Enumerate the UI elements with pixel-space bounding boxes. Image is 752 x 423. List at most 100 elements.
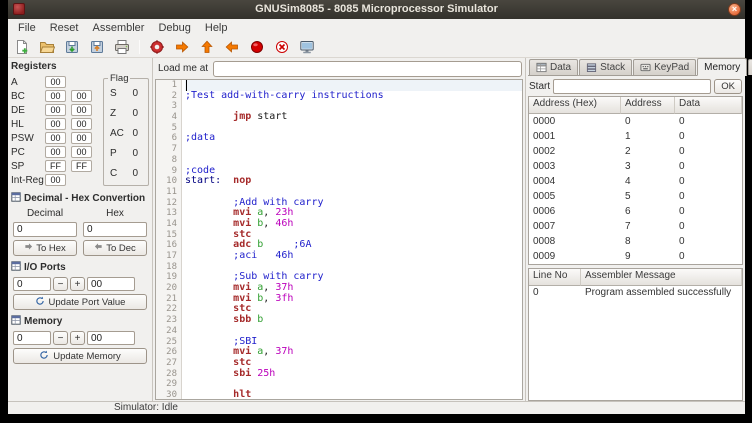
line-number[interactable]: 27 [156,358,177,369]
register-value[interactable]: FF [71,160,92,172]
line-number[interactable]: 12 [156,198,177,209]
editor-line[interactable]: jmp start [185,112,522,123]
memory-decrement-button[interactable]: − [53,331,68,345]
memory-address-input[interactable] [13,331,51,345]
memory-row[interactable]: 000550 [529,189,742,204]
hex-input[interactable] [83,222,147,237]
memory-row[interactable]: 000330 [529,159,742,174]
new-file-icon[interactable] [13,38,31,56]
line-number[interactable]: 25 [156,337,177,348]
line-number[interactable]: 4 [156,112,177,123]
line-number[interactable]: 9 [156,166,177,177]
memory-row[interactable]: 000880 [529,234,742,249]
memory-value-input[interactable] [87,331,135,345]
editor-line[interactable]: ;Test add-with-carry instructions [185,91,522,102]
line-number[interactable]: 17 [156,251,177,262]
register-value[interactable]: 00 [45,118,66,130]
line-number[interactable]: 28 [156,369,177,380]
line-number[interactable]: 7 [156,144,177,155]
line-number[interactable]: 30 [156,390,177,400]
io-port-address-input[interactable] [13,277,51,291]
memory-row[interactable]: 000440 [529,174,742,189]
step-into-icon[interactable] [198,38,216,56]
line-number[interactable]: 3 [156,101,177,112]
menu-help[interactable]: Help [198,19,235,37]
register-value[interactable]: 00 [45,104,66,116]
io-port-increment-button[interactable]: + [70,277,85,291]
remove-breakpoints-icon[interactable] [273,38,291,56]
line-number[interactable]: 29 [156,379,177,390]
step-over-icon[interactable] [173,38,191,56]
update-port-value-button[interactable]: Update Port Value [13,294,147,310]
code-area[interactable]: ;Test add-with-carry instructions jmp st… [182,80,522,399]
line-number[interactable]: 24 [156,326,177,337]
register-value[interactable]: FF [45,160,66,172]
menu-reset[interactable]: Reset [43,19,86,37]
register-value[interactable]: 00 [45,76,66,88]
menu-debug[interactable]: Debug [151,19,197,37]
line-number[interactable]: 22 [156,304,177,315]
line-number[interactable]: 26 [156,347,177,358]
save-as-icon[interactable] [88,38,106,56]
column-header-line-no[interactable]: Line No [529,269,581,286]
line-number[interactable]: 13 [156,208,177,219]
to-hex-button[interactable]: To Hex [13,240,77,256]
save-file-icon[interactable] [63,38,81,56]
io-port-value-input[interactable] [87,277,135,291]
line-number[interactable]: 1 [156,80,177,91]
line-number[interactable]: 19 [156,272,177,283]
line-number[interactable]: 6 [156,133,177,144]
menu-assembler[interactable]: Assembler [85,19,151,37]
to-dec-button[interactable]: To Dec [83,240,147,256]
editor-line[interactable]: start: nop [185,176,522,187]
line-number[interactable]: 11 [156,187,177,198]
start-address-input[interactable] [553,79,711,94]
register-value[interactable]: 00 [71,104,92,116]
editor-line[interactable] [185,144,522,155]
add-breakpoint-icon[interactable] [248,38,266,56]
decimal-input[interactable] [13,222,77,237]
memory-row[interactable]: 000990 [529,249,742,264]
line-number[interactable]: 14 [156,219,177,230]
tab-data[interactable]: Data [529,59,578,75]
memory-row[interactable]: 000660 [529,204,742,219]
load-address-input[interactable] [213,61,522,77]
column-header-assembler-message[interactable]: Assembler Message [581,269,742,286]
editor-line[interactable]: hlt [185,390,522,400]
line-number[interactable]: 21 [156,294,177,305]
editor-line[interactable]: sbi 25h [185,369,522,380]
editor-line[interactable]: sbb b [185,315,522,326]
close-button[interactable]: × [728,3,741,16]
update-memory-button[interactable]: Update Memory [13,348,147,364]
tab-stack[interactable]: Stack [579,59,632,75]
editor-line[interactable] [185,123,522,134]
line-number[interactable]: 23 [156,315,177,326]
register-value[interactable]: 00 [71,90,92,102]
line-number[interactable]: 8 [156,155,177,166]
assemble-icon[interactable] [148,38,166,56]
line-number[interactable]: 10 [156,176,177,187]
message-row[interactable]: 0Program assembled successfully [529,286,742,300]
io-port-decrement-button[interactable]: − [53,277,68,291]
step-out-icon[interactable] [223,38,241,56]
line-number[interactable]: 18 [156,262,177,273]
register-value[interactable]: 00 [45,90,66,102]
tab-keypad[interactable]: KeyPad [633,59,696,75]
line-number[interactable]: 20 [156,283,177,294]
editor-line[interactable]: ;aci 46h [185,251,522,262]
memory-row[interactable]: 000220 [529,144,742,159]
open-file-icon[interactable] [38,38,56,56]
memory-row[interactable]: 000110 [529,129,742,144]
column-header-address-hex[interactable]: Address (Hex) [529,97,621,114]
column-header-data[interactable]: Data [675,97,742,114]
register-value[interactable]: 00 [71,132,92,144]
tab-memory[interactable]: Memory [697,58,747,76]
code-editor[interactable]: 1234567891011121314151617181920212223242… [155,79,523,400]
memory-increment-button[interactable]: + [70,331,85,345]
ok-button[interactable]: OK [714,79,742,94]
print-icon[interactable] [113,38,131,56]
memory-row[interactable]: 000000 [529,114,742,129]
register-value[interactable]: 00 [45,132,66,144]
tab-i-o-ports[interactable]: I/O Ports [748,59,752,75]
line-number[interactable]: 2 [156,91,177,102]
